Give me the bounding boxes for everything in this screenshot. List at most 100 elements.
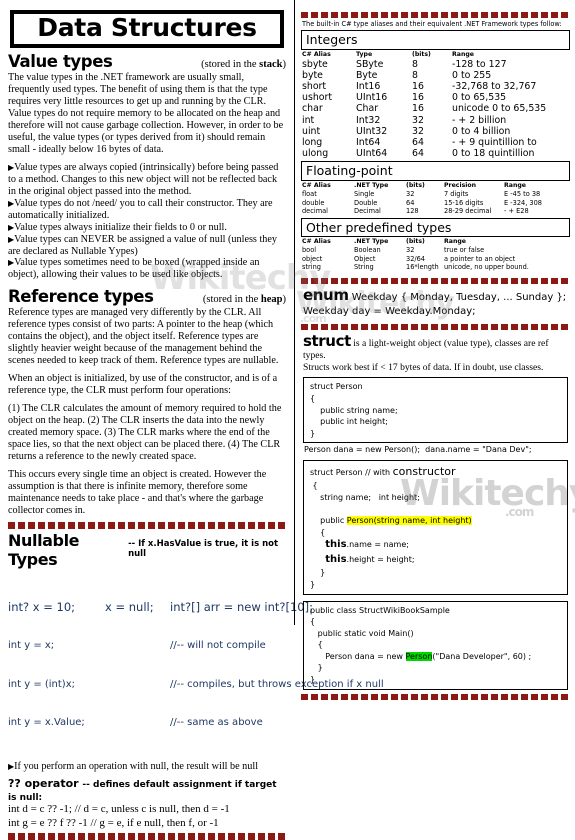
col-header: (bits) — [406, 238, 425, 246]
cell: 7 digits — [444, 189, 469, 198]
cell: ulong — [302, 148, 329, 160]
cell: 16 — [412, 103, 424, 115]
value-types-bullet-2: ▶Value types always initialize their fie… — [8, 222, 286, 234]
col-header: .NET Type — [354, 181, 389, 189]
separator-bar-left-top — [8, 522, 286, 530]
qq-operator-heading-row: ?? operator -- defines default assignmen… — [8, 777, 286, 803]
code-cell: int y = x.Value; — [8, 717, 85, 729]
ctor-head-keyword: constructor — [392, 465, 456, 479]
sample-l7: } — [310, 675, 316, 685]
cell: Boolean — [354, 246, 381, 255]
enum-line-1: enum Weekday { Monday, Tuesday, ... Sund… — [303, 286, 570, 306]
nullable-types-bullet: ▶If you perform an operation with null, … — [8, 761, 286, 773]
cell: String — [354, 263, 374, 272]
ctor-l3: public — [310, 516, 347, 526]
reference-types-heading: Reference types — [8, 287, 154, 307]
cell: byte — [302, 69, 323, 81]
nullable-types-bullet-text: If you perform an operation with null, t… — [14, 760, 259, 772]
col-header: Range — [452, 50, 474, 58]
cell: Int32 — [356, 114, 381, 126]
code-cell: int? x = 10; — [8, 600, 76, 615]
cell: 32 — [412, 125, 424, 137]
col-header: C# Alias — [302, 50, 331, 58]
cell: -128 to 127 — [452, 58, 507, 70]
cell: UInt16 — [356, 92, 388, 104]
left-column: Data Structures Value types (stored in t… — [0, 0, 384, 840]
reference-types-paragraph-4: This occurs every single time an object … — [8, 468, 267, 516]
other-types-table: C# Alias .NET Type (bits) Range bool Bool… — [302, 238, 571, 272]
cell: string — [302, 263, 321, 272]
value-types-bullet-3-text: Value types can NEVER be assigned a valu… — [8, 233, 277, 257]
ctor-signature-highlight: Person(string name, int height) — [346, 516, 472, 526]
table-row: float Single 32 7 digits E -45 to 38 — [302, 190, 571, 199]
cell: object — [302, 254, 323, 263]
nullable-types-note: -- If x.HasValue is true, it is not null — [128, 539, 279, 560]
floating-table-box: Floating-point — [301, 161, 570, 181]
table-row: uint UInt32 32 0 to 4 billion — [302, 126, 571, 137]
table-row: sbyte SByte 8 -128 to 127 — [302, 59, 571, 70]
code-cell — [105, 640, 170, 653]
cell: 16 — [412, 92, 424, 104]
floating-table: C# Alias .NET Type (bits) Precision Rang… — [302, 182, 571, 216]
struct-person-code: struct Person { public string name; publ… — [310, 382, 398, 438]
cell: 28-29 decimal — [444, 207, 492, 216]
table-row: ushort UInt16 16 0 to 65,535 — [302, 92, 571, 103]
this-assign-2: .height = height; — [346, 554, 415, 564]
cell: 32 — [406, 189, 415, 198]
cell: SByte — [356, 58, 384, 70]
separator-bar-left-bottom — [8, 832, 286, 840]
cell: int — [302, 114, 315, 126]
enum-declaration: Weekday { Monday, Tuesday, ... Sunday }; — [351, 291, 567, 303]
integers-table: C# Alias Type (bits) Range sbyte SByte 8 -1… — [302, 51, 571, 160]
cell: -32,768 to 32,767 — [452, 81, 537, 92]
value-types-bullet-3: ▶Value types can NEVER be assigned a val… — [8, 234, 286, 258]
ctor-l6: } — [310, 579, 316, 589]
cell: 16 — [412, 81, 424, 92]
struct-desc-2: Structs work best if < 17 bytes of data.… — [303, 361, 544, 373]
reference-types-heading-row: Reference types (stored in the heap) — [8, 288, 286, 306]
cell: true or false — [444, 246, 485, 255]
struct-person-code-box: struct Person { public string name; publ… — [303, 377, 568, 444]
cell: 15-16 digits — [444, 198, 484, 207]
table-header-row: C# Alias .NET Type (bits) Precision Rang… — [302, 182, 571, 190]
sample-l6: } — [310, 663, 323, 673]
cell: Byte — [356, 69, 378, 81]
table-header-row: C# Alias .NET Type (bits) Range — [302, 238, 571, 246]
cell: char — [302, 103, 323, 115]
sample-l4: { — [310, 640, 323, 650]
table-row: byte Byte 8 0 to 255 — [302, 70, 571, 81]
value-types-heading: Value types — [8, 52, 113, 72]
value-types-bullet-4: ▶Value types sometimes need to be boxed … — [8, 257, 286, 281]
code-cell — [105, 717, 170, 730]
cell: float — [302, 189, 317, 198]
cell: E -324, 308 — [504, 198, 543, 207]
code-row: int y = (int)x; //-- compiles, but throw… — [8, 679, 384, 692]
cell: UInt64 — [356, 148, 388, 160]
value-types-bullet-1: ▶Value types do not /need/ you to call t… — [8, 198, 286, 222]
code-cell: //-- will not compile — [170, 640, 266, 652]
struct-constructor-code-box: struct Person // with constructor { stri… — [303, 460, 568, 595]
nullable-types-heading: Nullable Types — [8, 531, 80, 570]
cell: 16*length — [406, 263, 439, 272]
page-title: Data Structures — [37, 13, 257, 42]
integers-table-title: Integers — [306, 32, 358, 47]
ctor-l4: { — [310, 527, 326, 537]
cell: 32 — [406, 246, 415, 255]
code-cell: x = null; — [105, 600, 154, 615]
separator-bar-struct-top — [301, 324, 570, 331]
separator-bar-right-top — [301, 12, 570, 18]
struct-description: struct is a light-weight object (value t… — [303, 332, 570, 362]
reference-types-subnote-bold: heap — [260, 294, 283, 306]
reference-types-paragraph-1: Reference types are managed very differe… — [8, 307, 279, 367]
cell: 0 to 18 quintillion — [452, 148, 535, 160]
sample-l5-post: ("Dana Developer", 60) ; — [432, 651, 532, 661]
table-header-row: C# Alias Type (bits) Range — [302, 51, 571, 59]
col-header: Precision — [444, 181, 477, 189]
ctor-l5: } — [310, 568, 326, 578]
nullable-types-code: int? x = 10; x = null; int?[] arr = new … — [8, 574, 384, 755]
this-keyword: this — [325, 553, 347, 565]
cell: 32/64 — [406, 254, 426, 263]
reference-types-paragraph-3: (1) The CLR calculates the amount of mem… — [8, 403, 282, 462]
value-types-bullet-2-text: Value types always initialize their fiel… — [14, 221, 227, 233]
qq-operator-title: ?? operator — [8, 777, 79, 791]
